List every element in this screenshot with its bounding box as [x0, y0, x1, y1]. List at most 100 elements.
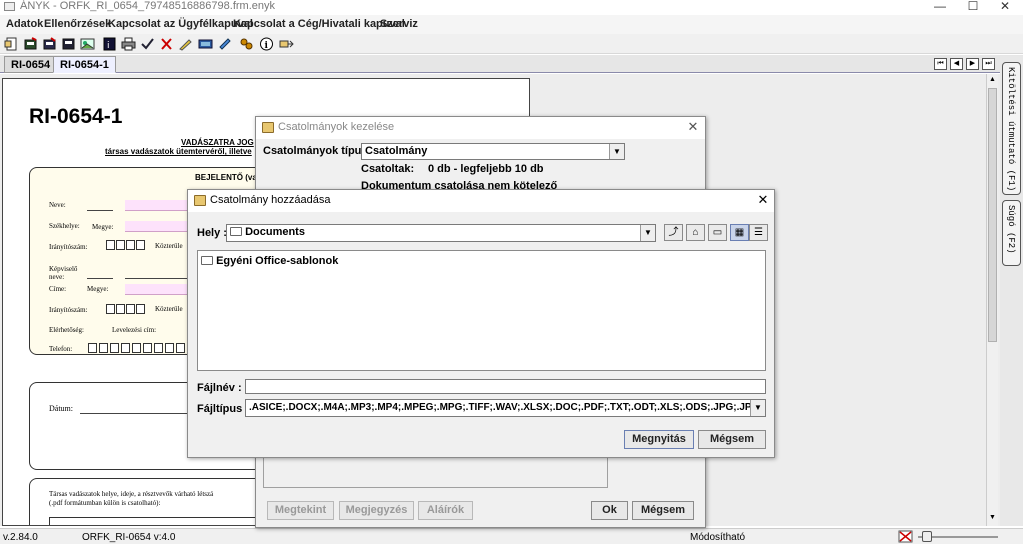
- tab-ri-0654[interactable]: RI-0654: [4, 56, 58, 73]
- help-guide-tab[interactable]: Kitöltési útmutató (F1): [1002, 62, 1021, 195]
- add-cancel-button[interactable]: Mégsem: [698, 430, 766, 449]
- delete-icon[interactable]: [159, 37, 174, 51]
- add-dialog-titlebar: Csatolmány hozzáadása ✕: [188, 190, 774, 212]
- home-icon[interactable]: ⌂: [686, 224, 705, 241]
- signers-button[interactable]: Aláírók: [418, 501, 473, 520]
- menu-ellenorzesek[interactable]: Ellenőrzések: [44, 18, 111, 30]
- svg-text:i: i: [107, 41, 110, 51]
- label-kepviselo: Képviselő: [49, 265, 78, 273]
- file-list-item[interactable]: Egyéni Office-sablonok: [201, 255, 338, 267]
- zip2-box-1[interactable]: [106, 304, 115, 314]
- menu-ugyfelkapu[interactable]: Kapcsolat az Ügyfélkapuval: [108, 18, 253, 30]
- add-attachment-dialog: Csatolmány hozzáadása ✕ Hely : Documents…: [187, 189, 775, 458]
- maximize-button[interactable]: ☐: [958, 0, 988, 14]
- zoom-slider-thumb[interactable]: [922, 531, 932, 542]
- folder-icon: [230, 227, 242, 236]
- add-dialog-close-icon[interactable]: ✕: [754, 191, 772, 209]
- zip2-box-3[interactable]: [126, 304, 135, 314]
- folder-icon: [201, 256, 213, 265]
- label-tarsas: Társas vadászatok helye, ideje, a résztv…: [49, 490, 214, 498]
- menu-szerviz[interactable]: Szerviz: [380, 18, 418, 30]
- details-view-icon[interactable]: ☰: [749, 224, 768, 241]
- edit-icon[interactable]: [178, 37, 193, 51]
- menu-bar: Adatok Ellenőrzések Kapcsolat az Ügyfélk…: [0, 15, 1023, 34]
- attachments-dialog-title: Csatolmányok kezelése: [278, 121, 395, 133]
- zip-box-4[interactable]: [136, 240, 145, 250]
- filetype-select[interactable]: .ASICE;.DOCX;.M4A;.MP3;.MP4;.MPEG;.MPG;.…: [245, 399, 766, 417]
- prev-page-button[interactable]: ◀: [950, 58, 963, 70]
- close-window-button[interactable]: ✕: [990, 0, 1020, 14]
- ok-button[interactable]: Ok: [591, 501, 628, 520]
- filename-input[interactable]: [245, 379, 766, 394]
- location-select[interactable]: Documents ▼: [226, 224, 656, 242]
- file-list[interactable]: Egyéni Office-sablonok: [197, 250, 766, 371]
- save-as-icon[interactable]: [61, 37, 76, 51]
- attachments-close-icon[interactable]: ✕: [684, 118, 702, 136]
- mail-icon[interactable]: [198, 37, 213, 51]
- attachment-icon[interactable]: [218, 37, 233, 51]
- scroll-up-icon[interactable]: ▲: [988, 76, 997, 85]
- label-cime: Címe:: [49, 285, 67, 293]
- attachments-cancel-button[interactable]: Mégsem: [632, 501, 694, 520]
- dialog-app-icon: [262, 122, 274, 133]
- zip2-box-4[interactable]: [136, 304, 145, 314]
- chevron-down-icon[interactable]: ▼: [609, 144, 624, 159]
- last-page-button[interactable]: ⏭: [982, 58, 995, 70]
- scroll-thumb[interactable]: [988, 88, 997, 342]
- open-button[interactable]: Megnyitás: [624, 430, 694, 449]
- form-subtitle-2: társas vadászatok ütemtervéről, illetve: [105, 147, 252, 156]
- exit-icon[interactable]: [279, 37, 294, 51]
- chevron-down-icon[interactable]: ▼: [640, 225, 655, 241]
- next-page-button[interactable]: ▶: [966, 58, 979, 70]
- minimize-button[interactable]: —: [925, 0, 955, 14]
- label-kozterulet: Közterüle: [155, 242, 183, 250]
- view-button[interactable]: Megtekint: [267, 501, 334, 520]
- scroll-down-icon[interactable]: ▼: [988, 514, 997, 523]
- form-subtitle: VADÁSZATRA JOG: [181, 138, 254, 147]
- zip-box-3[interactable]: [126, 240, 135, 250]
- filetype-label: Fájltípus :: [197, 403, 249, 415]
- new-folder-icon[interactable]: ▭: [708, 224, 727, 241]
- tab-ri-0654-1[interactable]: RI-0654-1: [53, 56, 116, 73]
- info-book-icon[interactable]: i: [102, 37, 117, 51]
- label-megye: Megye:: [92, 223, 114, 231]
- form-version-label: ORFK_RI-0654 v:4.0: [82, 532, 176, 543]
- first-page-button[interactable]: ⏮: [934, 58, 947, 70]
- up-folder-icon[interactable]: ⤴: [664, 224, 683, 241]
- form-title: RI-0654-1: [29, 105, 123, 128]
- about-icon[interactable]: i: [259, 37, 274, 51]
- print-icon[interactable]: [121, 37, 136, 51]
- label-megye-2: Megye:: [87, 285, 109, 293]
- new-document-icon[interactable]: [4, 37, 19, 51]
- label-iranyitoszam-2: Irányítószám:: [49, 306, 88, 314]
- comment-button[interactable]: Megjegyzés: [339, 501, 414, 520]
- mode-label: Módosítható: [690, 532, 746, 543]
- toolbar: i i: [0, 34, 1023, 54]
- zip-box-1[interactable]: [106, 240, 115, 250]
- svg-text:i: i: [265, 41, 269, 51]
- attachment-list[interactable]: [263, 454, 608, 488]
- vertical-scrollbar[interactable]: ▲ ▼: [986, 74, 998, 526]
- phone-box[interactable]: [88, 343, 97, 353]
- menu-adatok[interactable]: Adatok: [6, 18, 43, 30]
- check-icon[interactable]: [140, 37, 155, 51]
- app-icon: [4, 2, 15, 11]
- label-elerhetoseg: Elérhetőség:: [49, 326, 84, 334]
- list-view-icon[interactable]: ▦: [730, 224, 749, 241]
- image-icon[interactable]: [80, 37, 95, 51]
- form-tabs: RI-0654 RI-0654-1 ⏮ ◀ ▶ ⏭: [0, 55, 1023, 73]
- zip-box-2[interactable]: [116, 240, 125, 250]
- label-datum: Dátum:: [49, 404, 73, 413]
- attachments-dialog-titlebar: Csatolmányok kezelése ✕: [256, 117, 705, 139]
- no-signal-icon: [898, 530, 913, 543]
- label-neve: Neve:: [49, 201, 66, 209]
- users-icon[interactable]: [239, 37, 254, 51]
- save-icon[interactable]: [42, 37, 57, 51]
- help-tab[interactable]: Súgó (F2): [1002, 200, 1021, 266]
- section-title: BEJELENTŐ (vad: [195, 173, 262, 182]
- filename-label: Fájlnév :: [197, 382, 242, 394]
- open-icon[interactable]: [23, 37, 38, 51]
- type-select[interactable]: Csatolmány ▼: [361, 143, 625, 160]
- zip2-box-2[interactable]: [116, 304, 125, 314]
- chevron-down-icon[interactable]: ▼: [750, 400, 765, 416]
